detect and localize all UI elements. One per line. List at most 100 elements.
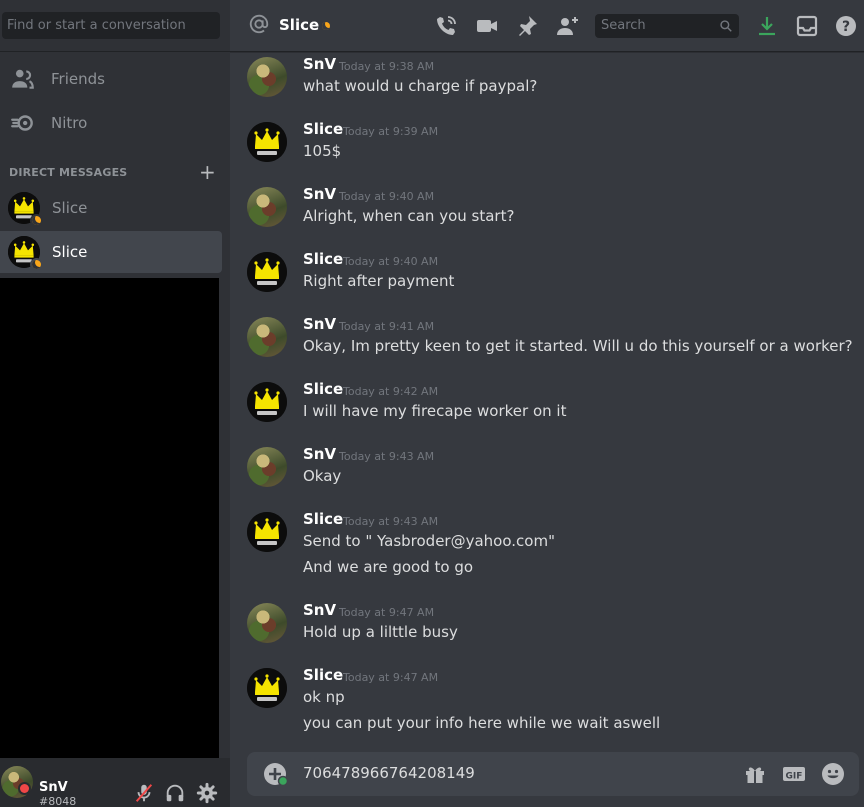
avatar [8, 192, 43, 227]
nav-friends-label: Friends [51, 70, 105, 88]
message-timestamp: Today at 9:40 AM [343, 255, 439, 268]
avatar[interactable] [247, 668, 287, 708]
message-author[interactable]: SnV [303, 601, 336, 619]
message-timestamp: Today at 9:40 AM [339, 190, 435, 203]
crown-avatar-icon [247, 382, 287, 422]
message-text: Okay, Im pretty keen to get it started. … [303, 337, 853, 355]
dm-sidebar: Find or start a conversation Friends Nit… [0, 0, 230, 807]
message-input[interactable]: 706478966764208149 [303, 764, 475, 782]
svg-text:?: ? [842, 19, 850, 35]
avatar[interactable] [247, 57, 287, 97]
discord-app: Find or start a conversation Friends Nit… [0, 0, 864, 807]
message-text: And we are good to go [303, 558, 474, 576]
message-timestamp: Today at 9:41 AM [339, 320, 435, 333]
message-text: what would u charge if paypal? [303, 77, 538, 95]
dm-item-name: Slice [52, 199, 88, 217]
message-timestamp: Today at 9:43 AM [343, 515, 439, 528]
photo-avatar-icon [247, 57, 287, 97]
inbox-icon[interactable] [795, 14, 819, 38]
message-author[interactable]: SnV [303, 445, 336, 463]
avatar[interactable] [247, 317, 287, 357]
message-text: Okay [303, 467, 342, 485]
message-text: Send to " Yasbroder@yahoo.com" [303, 532, 555, 550]
gif-icon: GIF [783, 767, 805, 782]
message-timestamp: Today at 9:43 AM [339, 450, 435, 463]
message-text: Hold up a lilttle busy [303, 623, 458, 641]
video-call-icon[interactable] [475, 14, 499, 38]
message-timestamp: Today at 9:42 AM [343, 385, 439, 398]
headphones-icon[interactable] [164, 782, 186, 804]
message-text: Alright, when can you start? [303, 207, 515, 225]
message-author[interactable]: SnV [303, 185, 336, 203]
crown-avatar-icon [247, 252, 287, 292]
message-text: ok np [303, 688, 345, 706]
search-icon [720, 20, 732, 32]
avatar[interactable] [247, 122, 287, 162]
nav-friends[interactable]: Friends [0, 58, 222, 100]
search-input[interactable]: Search [595, 14, 739, 38]
message-timestamp: Today at 9:47 AM [339, 606, 435, 619]
channel-header: Slice Search ? [230, 0, 864, 52]
user-panel: SnV #8048 [0, 758, 230, 807]
avatar [8, 236, 43, 271]
mute-mic-icon[interactable] [133, 782, 155, 804]
message-timestamp: Today at 9:39 AM [343, 125, 439, 138]
message-author[interactable]: Slice [303, 120, 343, 138]
gif-button[interactable]: GIF [782, 762, 806, 786]
dm-item-slice-2[interactable]: Slice [0, 231, 222, 273]
message-timestamp: Today at 9:47 AM [343, 671, 439, 684]
voice-call-icon[interactable] [434, 14, 458, 38]
search-placeholder: Search [601, 18, 646, 33]
message-author[interactable]: Slice [303, 510, 343, 528]
add-friend-icon[interactable] [555, 14, 579, 38]
idle-status-icon [30, 214, 43, 227]
idle-status-icon [322, 22, 330, 30]
dm-item-name: Slice [52, 243, 88, 261]
user-name: SnV [39, 780, 68, 795]
message-text: you can put your info here while we wait… [303, 714, 661, 732]
message-author[interactable]: SnV [303, 55, 336, 73]
photo-avatar-icon [247, 447, 287, 487]
crown-avatar-icon [247, 512, 287, 552]
photo-avatar-icon [247, 187, 287, 227]
avatar[interactable] [247, 447, 287, 487]
dnd-status-icon [18, 782, 31, 795]
gift-icon[interactable] [743, 762, 767, 786]
direct-messages-header: DIRECT MESSAGES + [9, 162, 219, 182]
add-attachment-icon[interactable] [263, 762, 287, 786]
nitro-icon [11, 115, 33, 131]
create-dm-plus-icon[interactable]: + [199, 162, 216, 182]
message-author[interactable]: Slice [303, 380, 343, 398]
gear-icon[interactable] [196, 782, 218, 804]
crown-avatar-icon [247, 668, 287, 708]
avatar[interactable] [247, 603, 287, 643]
message-composer: 706478966764208149 GIF [247, 752, 859, 796]
message-author[interactable]: SnV [303, 315, 336, 333]
direct-messages-label: DIRECT MESSAGES [9, 165, 128, 179]
avatar[interactable] [247, 187, 287, 227]
find-conversation-button[interactable]: Find or start a conversation [2, 12, 220, 39]
message-timestamp: Today at 9:38 AM [339, 60, 435, 73]
message-text: 105$ [303, 142, 342, 160]
download-icon[interactable] [755, 14, 779, 38]
crown-avatar-icon [247, 122, 287, 162]
emoji-icon[interactable] [821, 762, 845, 786]
message-author[interactable]: Slice [303, 666, 343, 684]
photo-avatar-icon [247, 603, 287, 643]
sidebar-search-bar: Find or start a conversation [0, 0, 230, 52]
message-text: Right after payment [303, 272, 455, 290]
message-list: SnV Today at 9:38 AM what would u charge i… [230, 52, 864, 752]
message-text: I will have my firecape worker on it [303, 402, 567, 420]
help-icon[interactable]: ? [834, 14, 858, 38]
idle-status-icon [30, 258, 43, 271]
channel-title: Slice [279, 16, 320, 34]
friends-icon [12, 69, 34, 89]
dm-item-slice-1[interactable]: Slice [0, 187, 222, 229]
gif-label: GIF [786, 772, 803, 782]
avatar[interactable] [247, 252, 287, 292]
avatar[interactable] [247, 512, 287, 552]
avatar[interactable] [247, 382, 287, 422]
nav-nitro[interactable]: Nitro [0, 102, 222, 144]
message-author[interactable]: Slice [303, 250, 343, 268]
pin-icon[interactable] [515, 14, 539, 38]
